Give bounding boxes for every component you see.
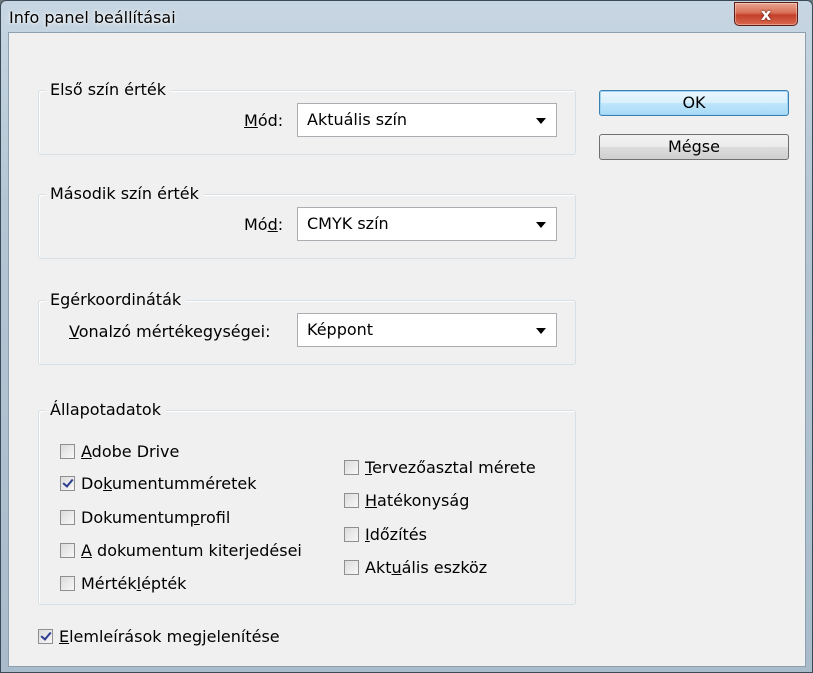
first-color-mode-label: Mód:	[244, 111, 284, 130]
checkbox-box[interactable]	[60, 543, 75, 558]
checkbox-document-dimensions[interactable]: A dokumentum kiterjedései	[60, 541, 302, 560]
checkbox-box[interactable]	[60, 510, 75, 525]
checkbox-box[interactable]	[60, 476, 75, 491]
checkbox-box[interactable]	[344, 560, 359, 575]
close-icon: x	[760, 4, 772, 24]
ruler-units-label: Vonalzó mértékegységei:	[69, 322, 271, 341]
checkbox-show-tooltips[interactable]: Elemleírások megjelenítése	[38, 627, 280, 646]
second-color-mode-value: CMYK szín	[307, 214, 389, 233]
checkbox-current-tool[interactable]: Aktuális eszköz	[344, 558, 487, 577]
checkbox-label: Időzítés	[365, 525, 427, 544]
checkbox-label: Dokumentumméretek	[81, 474, 257, 493]
checkbox-measurement-scale[interactable]: Mértéklépték	[60, 574, 186, 593]
checkbox-box[interactable]	[60, 444, 75, 459]
chevron-down-icon	[536, 328, 546, 334]
checkbox-box[interactable]	[344, 527, 359, 542]
status-info-group: Állapotadatok Adobe Drive Dokumentummére…	[38, 400, 576, 605]
checkbox-box[interactable]	[344, 460, 359, 475]
dialog-window: Info panel beállításai x Első szín érték…	[0, 0, 813, 673]
checkbox-box[interactable]	[344, 493, 359, 508]
ok-button[interactable]: OK	[599, 90, 789, 116]
close-button[interactable]: x	[734, 2, 798, 26]
checkbox-label: Aktuális eszköz	[365, 558, 488, 577]
checkbox-label: Adobe Drive	[81, 442, 180, 461]
chevron-down-icon	[536, 118, 546, 124]
checkbox-box[interactable]	[60, 576, 75, 591]
window-title: Info panel beállításai	[9, 8, 176, 27]
second-color-group: Második szín érték Mód: CMYK szín	[38, 184, 576, 259]
mouse-coordinates-group: Egérkoordináták Vonalzó mértékegységei: …	[38, 290, 576, 365]
cancel-button[interactable]: Mégse	[599, 134, 789, 160]
first-color-mode-value: Aktuális szín	[307, 110, 408, 129]
ruler-units-value: Képpont	[307, 320, 374, 339]
checkbox-label: Tervezőasztal mérete	[365, 458, 536, 477]
second-color-group-title: Második szín érték	[45, 184, 204, 204]
checkbox-scratch-sizes[interactable]: Tervezőasztal mérete	[344, 458, 536, 477]
checkbox-document-sizes[interactable]: Dokumentumméretek	[60, 474, 256, 493]
checkbox-timing[interactable]: Időzítés	[344, 525, 427, 544]
checkbox-box[interactable]	[38, 629, 53, 644]
mouse-coordinates-group-title: Egérkoordináták	[45, 290, 187, 310]
checkbox-efficiency[interactable]: Hatékonyság	[344, 491, 469, 510]
dialog-body: Első szín érték Mód: Aktuális szín Másod…	[8, 32, 806, 667]
second-color-mode-label: Mód:	[244, 215, 284, 234]
checkbox-document-profile[interactable]: Dokumentumprofil	[60, 508, 230, 527]
checkbox-adobe-drive[interactable]: Adobe Drive	[60, 442, 179, 461]
second-color-mode-dropdown[interactable]: CMYK szín	[297, 207, 557, 241]
ruler-units-dropdown[interactable]: Képpont	[297, 313, 557, 347]
chevron-down-icon	[536, 222, 546, 228]
checkbox-label: Dokumentumprofil	[81, 508, 231, 527]
title-bar[interactable]: Info panel beállításai x	[1, 1, 812, 33]
checkbox-label: Hatékonyság	[365, 491, 470, 510]
checkbox-label: Elemleírások megjelenítése	[59, 627, 280, 646]
status-info-group-title: Állapotadatok	[45, 400, 166, 420]
checkbox-label: A dokumentum kiterjedései	[81, 541, 302, 560]
checkbox-label: Mértéklépték	[81, 574, 187, 593]
first-color-group: Első szín érték Mód: Aktuális szín	[38, 80, 576, 155]
first-color-mode-dropdown[interactable]: Aktuális szín	[297, 103, 557, 137]
first-color-group-title: Első szín érték	[45, 80, 171, 100]
